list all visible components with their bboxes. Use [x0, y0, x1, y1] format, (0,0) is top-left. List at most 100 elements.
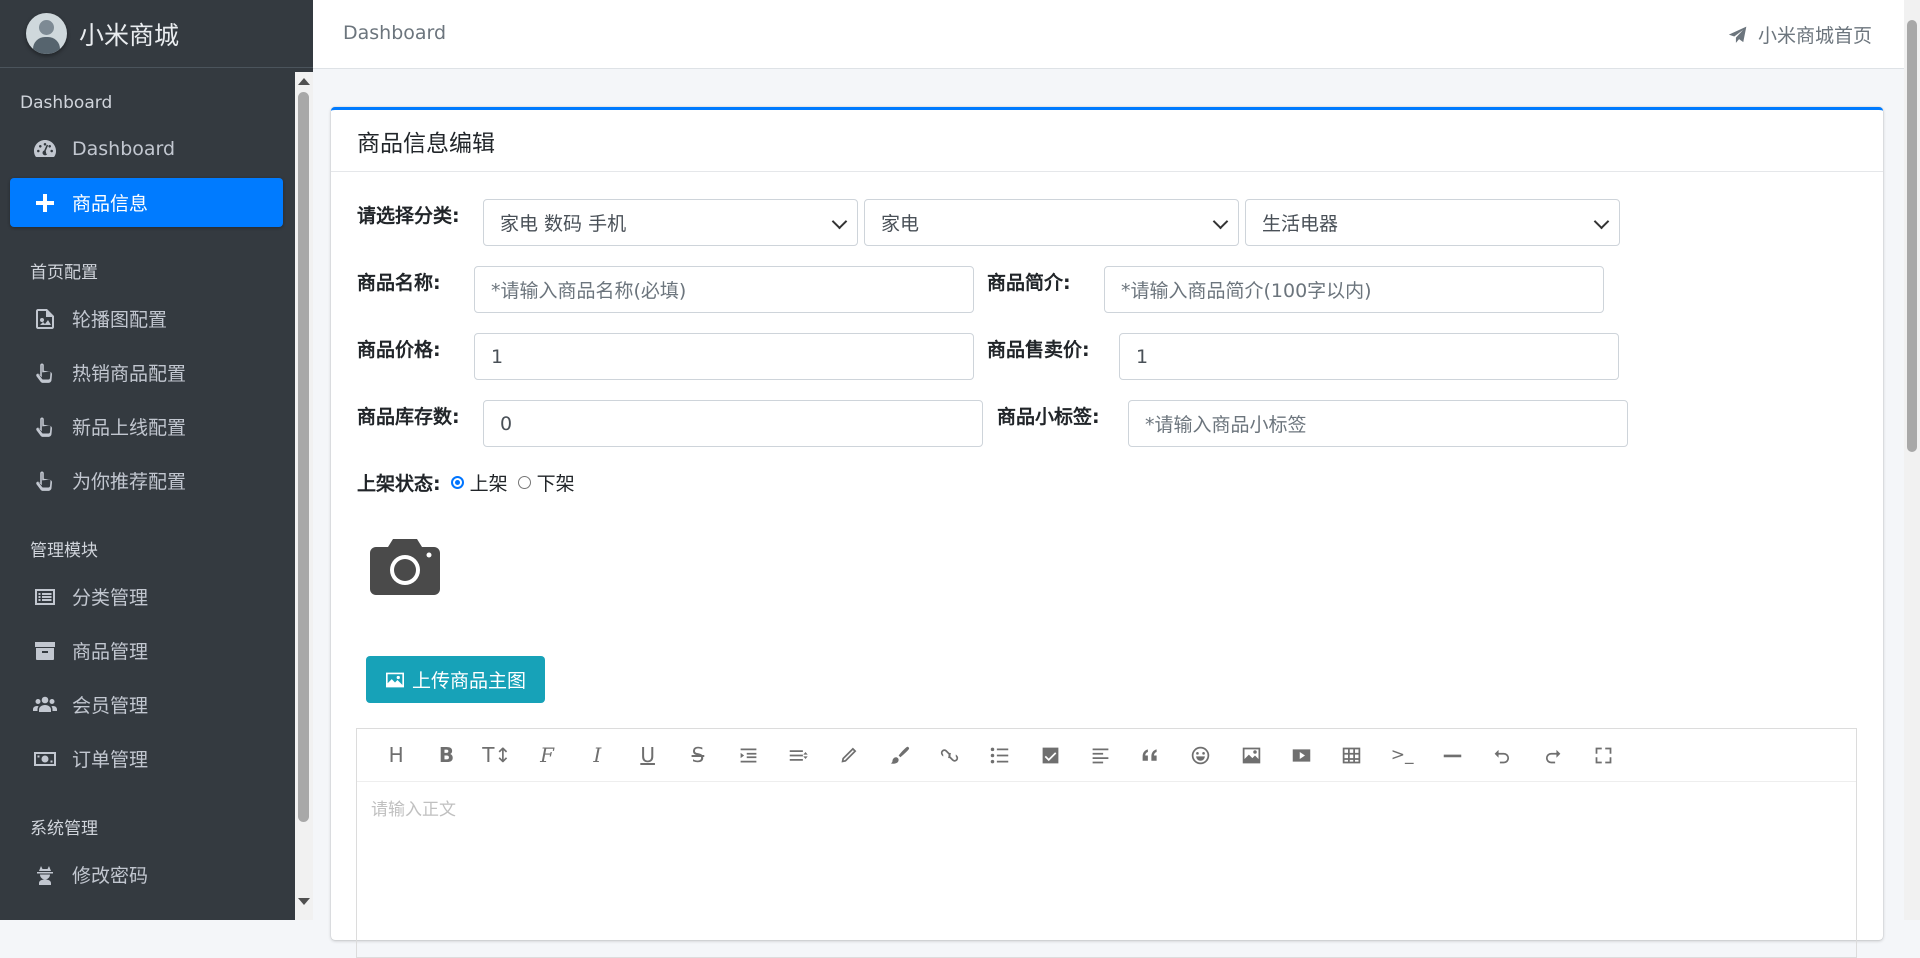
- sidebar-item-label: 商品信息: [72, 193, 149, 215]
- mall-home-link[interactable]: 小米商城首页: [1728, 21, 1872, 48]
- sidebar-item-new-goods-config[interactable]: 新品上线配置: [10, 402, 283, 451]
- hand-pointer-icon: [32, 468, 58, 494]
- archive-icon: [32, 638, 58, 664]
- underline-icon[interactable]: U: [622, 740, 672, 770]
- name-label: 商品名称:: [357, 272, 441, 294]
- hand-pointer-icon: [32, 414, 58, 440]
- image-icon[interactable]: [1226, 740, 1276, 770]
- brand-link[interactable]: 小米商城: [0, 0, 313, 68]
- product-name-placeholder: *请输入商品名称(必填): [491, 280, 687, 302]
- font-family-icon[interactable]: F: [522, 740, 572, 770]
- sidebar-item-label: 修改密码: [72, 865, 149, 887]
- breadcrumb[interactable]: Dashboard: [343, 22, 446, 44]
- sidebar-item-label: 订单管理: [72, 749, 149, 771]
- video-icon[interactable]: [1276, 740, 1326, 770]
- font-size-icon[interactable]: T↕: [472, 740, 522, 770]
- paint-brush-icon[interactable]: [874, 740, 924, 770]
- link-icon[interactable]: [924, 740, 974, 770]
- italic-icon[interactable]: I: [572, 740, 622, 770]
- nav-header-system: 系统管理: [30, 819, 98, 839]
- page-scrollbar-thumb[interactable]: [1907, 20, 1917, 452]
- sidebar-scrollbar-thumb[interactable]: [298, 92, 309, 822]
- sidebar-item-label: Dashboard: [72, 137, 176, 160]
- sidebar-item-dashboard[interactable]: Dashboard: [10, 124, 283, 173]
- nav-header-management: 管理模块: [30, 541, 98, 561]
- product-name-input[interactable]: *请输入商品名称(必填): [474, 266, 974, 313]
- sidebar-menu: Dashboard Dashboard 商品信息 首页配置 轮播图配置 热销商品…: [0, 70, 313, 920]
- chevron-down-icon: [831, 213, 848, 230]
- product-price-input[interactable]: 1: [474, 333, 974, 380]
- fullscreen-icon[interactable]: [1578, 740, 1628, 770]
- sidebar-scroll-up-icon[interactable]: [298, 78, 310, 85]
- plus-icon: [32, 190, 58, 216]
- code-icon[interactable]: >_: [1377, 740, 1427, 770]
- status-on-label[interactable]: 上架: [470, 469, 508, 496]
- sidebar-item-label: 热销商品配置: [72, 363, 187, 385]
- category-level2-value: 家电: [881, 213, 920, 235]
- nav-header-dashboard: Dashboard: [20, 93, 113, 113]
- check-square-icon[interactable]: [1025, 740, 1075, 770]
- emoji-icon[interactable]: [1176, 740, 1226, 770]
- line-height-icon[interactable]: [773, 740, 823, 770]
- category-level3-select[interactable]: 生活电器: [1245, 199, 1620, 246]
- chevron-down-icon: [1593, 213, 1610, 230]
- undo-icon[interactable]: [1478, 740, 1528, 770]
- editor-placeholder[interactable]: 请输入正文: [371, 795, 456, 820]
- sidebar-item-category-management[interactable]: 分类管理: [10, 572, 283, 621]
- pen-icon[interactable]: [824, 740, 874, 770]
- sidebar-scroll-down-icon[interactable]: [298, 898, 310, 905]
- align-left-icon[interactable]: [1075, 740, 1125, 770]
- product-sell-price-value: 1: [1136, 345, 1149, 368]
- money-bill-icon: [32, 746, 58, 772]
- product-sell-price-input[interactable]: 1: [1119, 333, 1619, 380]
- indent-icon[interactable]: [723, 740, 773, 770]
- brand-avatar: [26, 13, 67, 54]
- status-label: 上架状态:: [357, 473, 441, 495]
- image-icon: [385, 672, 404, 687]
- status-on-radio[interactable]: [450, 476, 464, 489]
- card-title: 商品信息编辑: [331, 110, 1883, 172]
- sidebar-item-goods-management[interactable]: 商品管理: [10, 626, 283, 675]
- upload-button-label: 上传商品主图: [411, 670, 526, 692]
- topbar: Dashboard 小米商城首页: [313, 0, 1904, 69]
- image-file-icon: [32, 306, 58, 332]
- product-stock-input[interactable]: 0: [483, 400, 983, 447]
- table-icon[interactable]: [1327, 740, 1377, 770]
- product-tag-input[interactable]: *请输入商品小标签: [1128, 400, 1628, 447]
- status-radio-group: 上架状态: 上架 下架: [357, 469, 575, 496]
- sidebar-item-order-management[interactable]: 订单管理: [10, 734, 283, 783]
- status-off-label[interactable]: 下架: [537, 469, 575, 496]
- stock-label: 商品库存数:: [357, 406, 460, 428]
- list-icon[interactable]: [975, 740, 1025, 770]
- heading-icon[interactable]: H: [371, 740, 421, 770]
- rich-text-editor: H B T↕ F I U S >_ 请输入正文: [356, 728, 1857, 958]
- sidebar-item-product-info[interactable]: 商品信息: [10, 178, 283, 227]
- category-level2-select[interactable]: 家电: [864, 199, 1239, 246]
- price-label: 商品价格:: [357, 339, 441, 361]
- sell-price-label: 商品售卖价:: [987, 339, 1090, 361]
- redo-icon[interactable]: [1528, 740, 1578, 770]
- status-off-radio[interactable]: [517, 476, 531, 489]
- bold-icon[interactable]: B: [421, 740, 471, 770]
- sidebar-item-member-management[interactable]: 会员管理: [10, 680, 283, 729]
- product-intro-placeholder: *请输入商品简介(100字以内): [1121, 280, 1372, 302]
- product-intro-input[interactable]: *请输入商品简介(100字以内): [1104, 266, 1604, 313]
- sidebar-item-recommend-config[interactable]: 为你推荐配置: [10, 456, 283, 505]
- sidebar-item-label: 为你推荐配置: [72, 471, 187, 493]
- sidebar-item-carousel-config[interactable]: 轮播图配置: [10, 294, 283, 343]
- category-level3-value: 生活电器: [1262, 213, 1339, 235]
- sidebar-item-label: 会员管理: [72, 695, 149, 717]
- user-secret-icon: [32, 862, 58, 888]
- upload-main-image-button[interactable]: 上传商品主图: [366, 656, 545, 703]
- quote-icon[interactable]: [1125, 740, 1175, 770]
- tag-label: 商品小标签:: [997, 406, 1100, 428]
- horizontal-rule-icon[interactable]: [1427, 740, 1477, 770]
- home-link-label: 小米商城首页: [1757, 25, 1872, 47]
- camera-icon[interactable]: [369, 537, 441, 595]
- sidebar-item-hot-goods-config[interactable]: 热销商品配置: [10, 348, 283, 397]
- sidebar-item-change-password[interactable]: 修改密码: [10, 850, 283, 899]
- product-edit-card: 商品信息编辑 请选择分类: 家电 数码 手机 家电 生活电器 商品名称: *请输…: [331, 107, 1883, 958]
- category-level1-value: 家电 数码 手机: [500, 213, 627, 235]
- category-level1-select[interactable]: 家电 数码 手机: [483, 199, 858, 246]
- strikethrough-icon[interactable]: S: [673, 740, 723, 770]
